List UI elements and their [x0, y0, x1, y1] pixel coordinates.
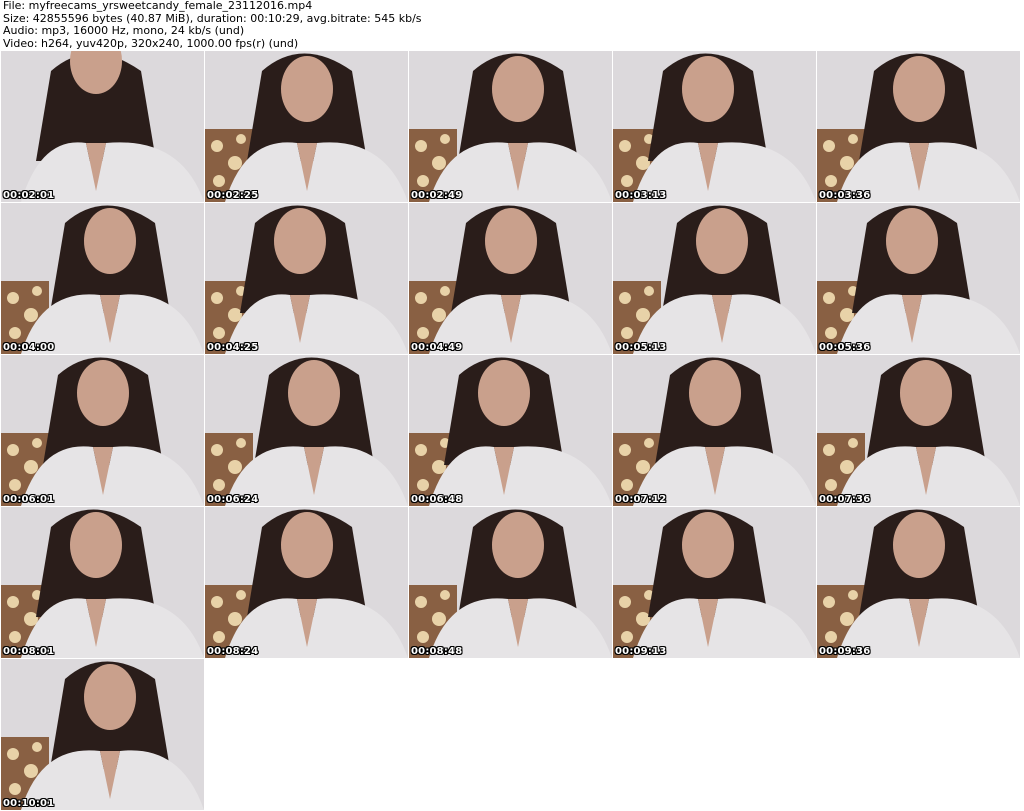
- frame-image: [613, 507, 816, 658]
- frame-image: [205, 203, 408, 354]
- video-frame-thumbnail: 00:08:48: [409, 507, 612, 658]
- video-frame-thumbnail: 00:02:49: [409, 51, 612, 202]
- video-frame-thumbnail: 00:03:13: [613, 51, 816, 202]
- frame-image: [613, 203, 816, 354]
- video-frame-thumbnail: 00:06:01: [1, 355, 204, 506]
- frame-timestamp: 00:02:01: [3, 190, 55, 201]
- frame-image: [1, 507, 204, 658]
- video-frame-thumbnail: 00:10:01: [1, 659, 204, 810]
- frame-timestamp: 00:04:00: [3, 342, 55, 353]
- frame-timestamp: 00:09:13: [615, 646, 667, 657]
- video-frame-thumbnail: 00:04:25: [205, 203, 408, 354]
- video-frame-thumbnail: 00:02:01: [1, 51, 204, 202]
- frame-timestamp: 00:07:36: [819, 494, 871, 505]
- video-frame-thumbnail: 00:06:48: [409, 355, 612, 506]
- frame-timestamp: 00:03:36: [819, 190, 871, 201]
- video-frame-thumbnail: 00:04:49: [409, 203, 612, 354]
- frame-image: [817, 355, 1020, 506]
- frame-image: [817, 507, 1020, 658]
- video-frame-thumbnail: 00:05:36: [817, 203, 1020, 354]
- video-info-line: Video: h264, yuv420p, 320x240, 1000.00 f…: [3, 36, 299, 50]
- frame-timestamp: 00:08:48: [411, 646, 463, 657]
- video-frame-thumbnail: 00:04:00: [1, 203, 204, 354]
- frame-image: [205, 51, 408, 202]
- video-frame-thumbnail: 00:06:24: [205, 355, 408, 506]
- video-frame-thumbnail: 00:02:25: [205, 51, 408, 202]
- frame-timestamp: 00:08:01: [3, 646, 55, 657]
- video-frame-thumbnail: 00:09:36: [817, 507, 1020, 658]
- frame-timestamp: 00:06:48: [411, 494, 463, 505]
- frame-image: [409, 355, 612, 506]
- frame-timestamp: 00:05:36: [819, 342, 871, 353]
- audio-info-line: Audio: mp3, 16000 Hz, mono, 24 kb/s (und…: [3, 24, 245, 37]
- file-info-header: File: myfreecams_yrsweetcandy_female_231…: [3, 0, 422, 50]
- frame-image: [409, 51, 612, 202]
- frame-timestamp: 00:06:24: [207, 494, 259, 505]
- frame-image: [409, 507, 612, 658]
- frame-image: [817, 51, 1020, 202]
- video-frame-thumbnail: 00:05:13: [613, 203, 816, 354]
- frame-image: [1, 355, 204, 506]
- frame-timestamp: 00:08:24: [207, 646, 259, 657]
- video-frame-thumbnail: 00:08:01: [1, 507, 204, 658]
- thumbnail-grid: 00:02:01 00:02:25 00:02:49 00:03:13 00:03:36…: [1, 51, 1023, 810]
- frame-timestamp: 00:05:13: [615, 342, 667, 353]
- frame-image: [817, 203, 1020, 354]
- frame-timestamp: 00:02:25: [207, 190, 259, 201]
- frame-timestamp: 00:09:36: [819, 646, 871, 657]
- frame-timestamp: 00:03:13: [615, 190, 667, 201]
- frame-timestamp: 00:07:12: [615, 494, 667, 505]
- video-frame-thumbnail: 00:08:24: [205, 507, 408, 658]
- frame-image: [205, 355, 408, 506]
- frame-timestamp: 00:02:49: [411, 190, 463, 201]
- frame-timestamp: 00:04:25: [207, 342, 259, 353]
- frame-image: [1, 203, 204, 354]
- file-name-line: File: myfreecams_yrsweetcandy_female_231…: [3, 0, 313, 12]
- frame-timestamp: 00:04:49: [411, 342, 463, 353]
- frame-image: [409, 203, 612, 354]
- frame-image: [1, 51, 204, 202]
- video-frame-thumbnail: 00:03:36: [817, 51, 1020, 202]
- frame-image: [205, 507, 408, 658]
- video-frame-thumbnail: 00:07:12: [613, 355, 816, 506]
- frame-image: [613, 51, 816, 202]
- frame-timestamp: 00:06:01: [3, 494, 55, 505]
- video-frame-thumbnail: 00:09:13: [613, 507, 816, 658]
- frame-image: [613, 355, 816, 506]
- video-frame-thumbnail: 00:07:36: [817, 355, 1020, 506]
- frame-image: [1, 659, 204, 810]
- frame-timestamp: 00:10:01: [3, 798, 55, 809]
